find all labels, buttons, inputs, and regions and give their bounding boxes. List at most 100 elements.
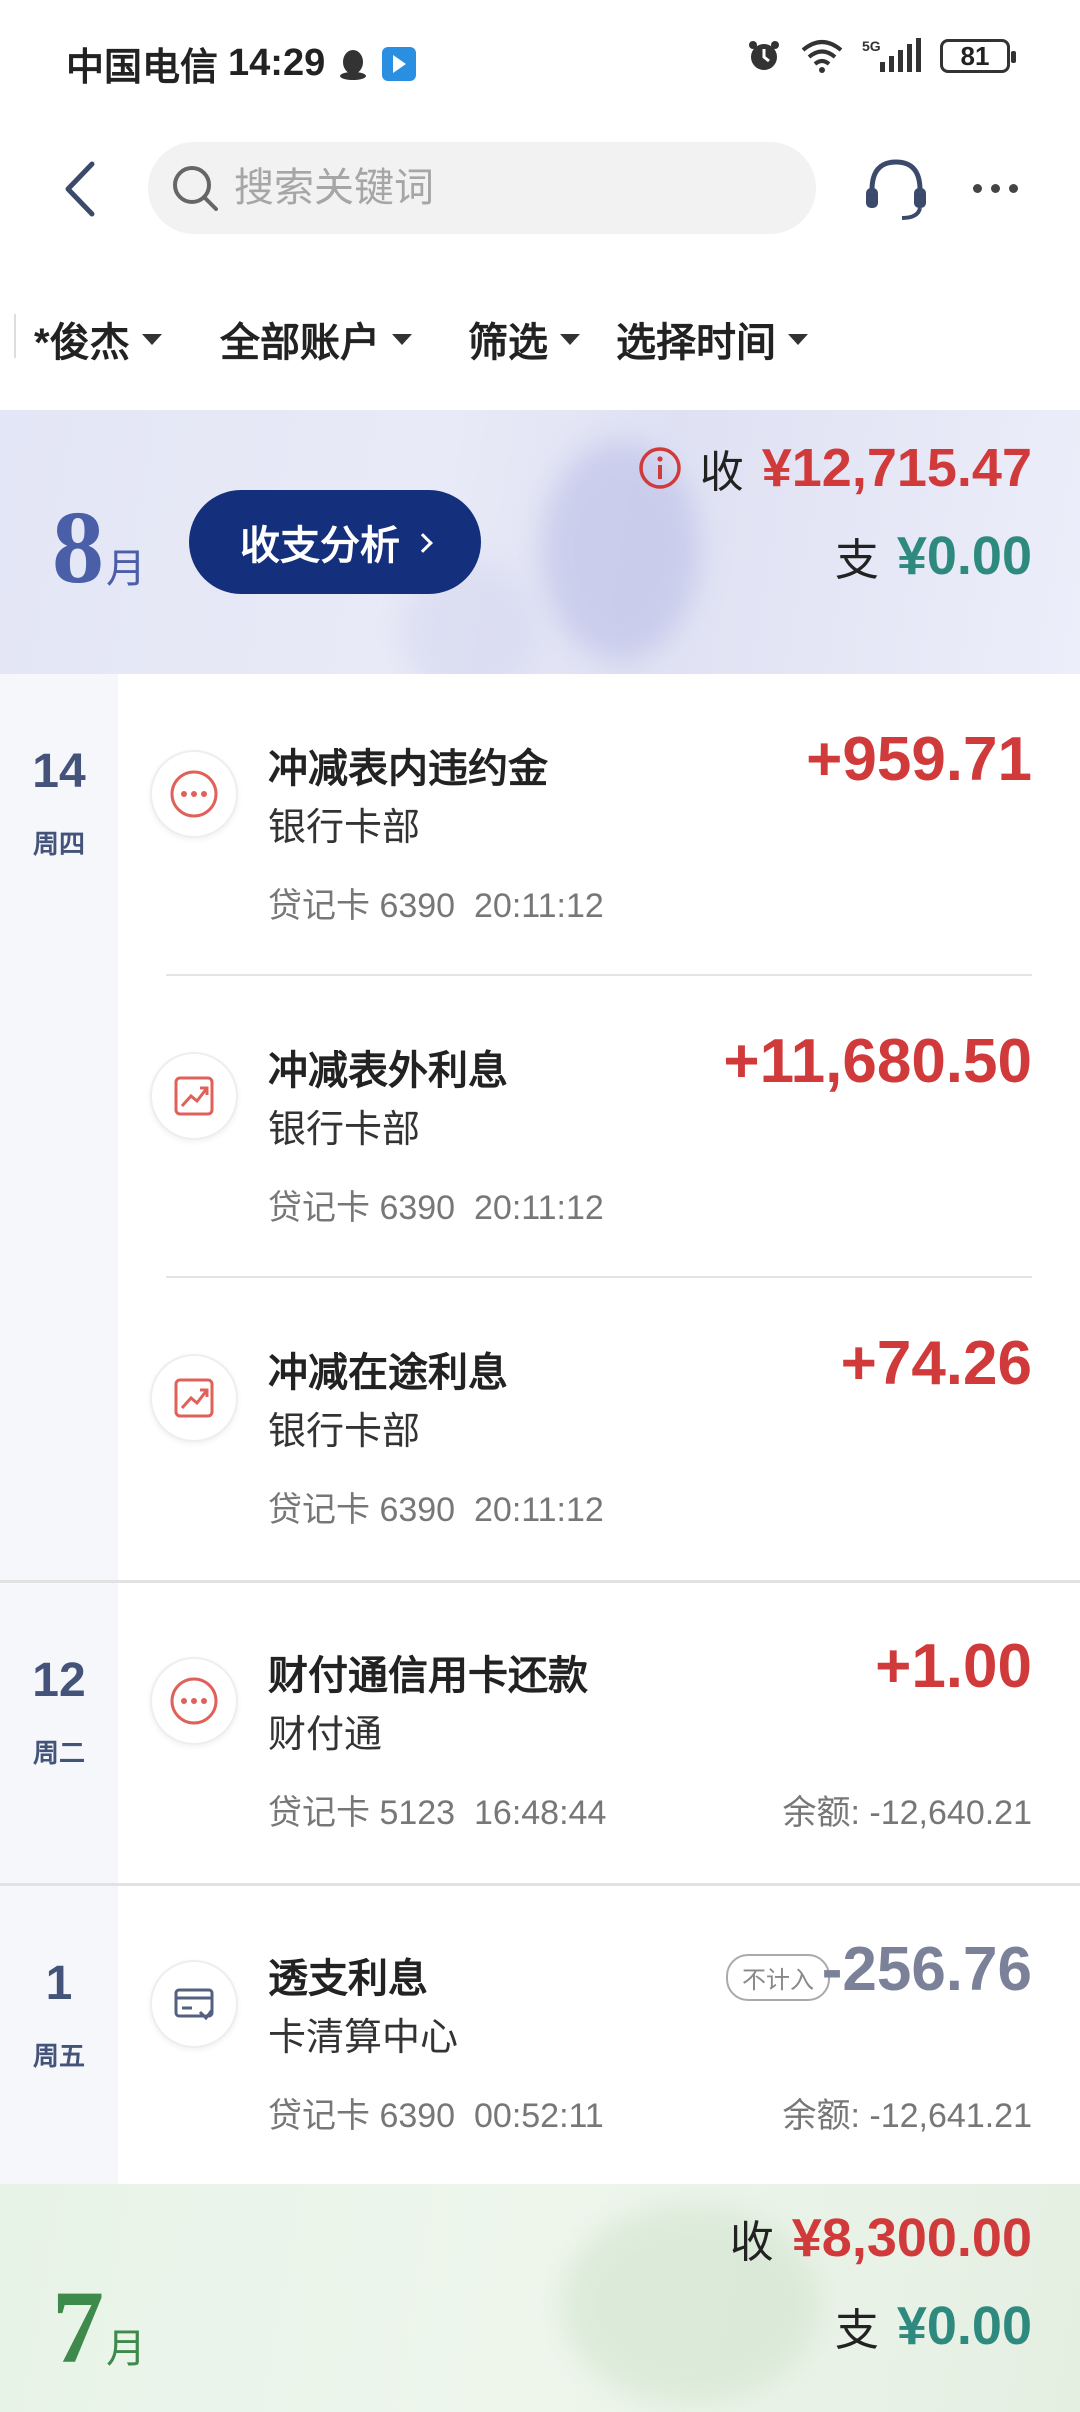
transaction-amount: +74.26: [840, 1329, 1032, 1398]
expense-total-row: 支 ¥0.00: [638, 512, 1032, 600]
day-group: 14 周四 冲减表内违约金 银行卡部 贷记卡 6390 20:11:12 +95…: [0, 674, 1080, 1580]
transaction-time: 20:11:12: [474, 1491, 604, 1529]
transaction-title: 冲减表内违约金: [268, 747, 548, 791]
info-icon[interactable]: [638, 446, 682, 490]
caret-down-icon: [788, 333, 808, 345]
status-bar: 中国电信 14:29 5G 81: [0, 0, 1080, 124]
expense-amount: ¥0.00: [896, 526, 1032, 586]
search-input[interactable]: [234, 165, 794, 211]
status-left: 中国电信 14:29: [66, 36, 417, 91]
weekday: 周四: [32, 829, 85, 859]
balance-label: 余额: -12,640.21: [782, 1794, 1032, 1832]
weekday: 周五: [32, 2041, 85, 2071]
filter-account-holder[interactable]: *俊杰: [34, 310, 162, 368]
transaction-time: 20:11:12: [474, 887, 604, 925]
transaction-row[interactable]: 财付通信用卡还款 财付通 贷记卡 5123 16:48:44 +1.00 余额:…: [118, 1581, 1080, 1883]
transaction-merchant: 银行卡部: [268, 807, 421, 849]
transaction-amount: +11,680.50: [723, 1027, 1032, 1096]
transaction-title: 财付通信用卡还款: [268, 1654, 588, 1698]
svg-text:5G: 5G: [862, 38, 881, 54]
transaction-merchant: 银行卡部: [268, 1109, 421, 1151]
trend-chart-icon: [150, 1052, 238, 1140]
transaction-time: 16:48:44: [474, 1794, 607, 1832]
transaction-row[interactable]: 冲减在途利息 银行卡部 贷记卡 6390 20:11:12 +74.26: [118, 1278, 1080, 1580]
month-totals: 收 ¥12,715.47 支 ¥0.00: [638, 424, 1032, 600]
transaction-time: 00:52:11: [474, 2097, 604, 2135]
battery-indicator: 81: [940, 39, 1016, 73]
expense-label: 支: [834, 2306, 879, 2355]
back-arrow-icon[interactable]: [50, 154, 120, 224]
transaction-meta: 贷记卡 5123 16:48:44: [268, 1785, 606, 1834]
transaction-title: 冲减在途利息: [268, 1351, 508, 1395]
signal-5g-icon: 5G: [862, 38, 921, 72]
month-totals: 收 ¥8,300.00 支 ¥0.00: [730, 2194, 1032, 2370]
alarm-icon: [749, 41, 779, 70]
month-label: 7月: [52, 2268, 146, 2387]
card-label: 贷记卡 6390: [268, 887, 456, 925]
transaction-amount: -256.76: [821, 1935, 1032, 2004]
income-label: 收: [699, 448, 744, 497]
income-total-row: 收 ¥8,300.00: [730, 2194, 1032, 2282]
card-label: 贷记卡 6390: [268, 1189, 456, 1227]
excluded-badge: 不计入: [726, 1954, 830, 2001]
customer-service-icon[interactable]: [858, 150, 934, 226]
more-options-button[interactable]: [960, 150, 1030, 226]
carrier-label: 中国电信: [66, 47, 219, 89]
month-banner-august: 8月 收支分析 收 ¥12,715.47 支 ¥0.00: [0, 410, 1080, 674]
divider: [14, 314, 16, 358]
transaction-row[interactable]: 冲减表外利息 银行卡部 贷记卡 6390 20:11:12 +11,680.50: [118, 976, 1080, 1278]
header: [0, 124, 1080, 254]
caret-down-icon: [560, 333, 580, 345]
transaction-meta: 贷记卡 6390 20:11:12: [268, 878, 604, 927]
transaction-time: 20:11:12: [474, 1189, 604, 1227]
caret-down-icon: [392, 333, 412, 345]
month-label: 8月: [52, 488, 146, 607]
income-expense-analysis-button[interactable]: 收支分析: [189, 490, 481, 594]
status-right: 5G 81: [746, 38, 1016, 74]
month-suffix: 月: [106, 2326, 146, 2371]
dot: [972, 183, 982, 193]
card-icon: [150, 1960, 238, 2048]
analysis-label: 收支分析: [240, 524, 400, 568]
transaction-row[interactable]: 透支利息 卡清算中心 贷记卡 6390 00:52:11 不计入 -256.76…: [118, 1884, 1080, 2186]
filter-label: *俊杰: [34, 321, 130, 365]
transaction-amount: +1.00: [875, 1632, 1032, 1701]
card-label: 贷记卡 6390: [268, 2097, 456, 2135]
card-label: 贷记卡 5123: [268, 1794, 456, 1832]
search-icon: [173, 166, 218, 211]
transaction-meta: 贷记卡 6390 00:52:11: [268, 2088, 604, 2137]
transaction-meta: 贷记卡 6390 20:11:12: [268, 1482, 604, 1531]
filter-label: 全部账户: [220, 321, 380, 365]
dot: [1008, 183, 1018, 193]
month-banner-july: 7月 收 ¥8,300.00 支 ¥0.00: [0, 2184, 1080, 2412]
month-number: 7: [52, 2270, 104, 2385]
search-bar[interactable]: [148, 142, 816, 234]
filter-all-accounts[interactable]: 全部账户: [220, 310, 412, 368]
transaction-meta: 贷记卡 6390 20:11:12: [268, 1180, 604, 1229]
income-amount: ¥8,300.00: [791, 2208, 1032, 2268]
transaction-merchant: 卡清算中心: [268, 2017, 459, 2059]
expense-label: 支: [834, 536, 879, 585]
transaction-row[interactable]: 冲减表内违约金 银行卡部 贷记卡 6390 20:11:12 +959.71: [118, 674, 1080, 976]
day-number: 14: [32, 745, 86, 798]
expense-total-row: 支 ¥0.00: [730, 2282, 1032, 2370]
clock: 14:29: [228, 42, 326, 84]
day-group: 1 周五 透支利息 卡清算中心 贷记卡 6390 00:52:11 不计入 -2…: [0, 1886, 1080, 2184]
more-circle-icon: [150, 1657, 238, 1745]
qq-penguin-icon: [340, 49, 367, 80]
income-label: 收: [729, 2218, 774, 2267]
transaction-title: 透支利息: [268, 1957, 428, 2001]
dot: [990, 183, 1000, 193]
day-group: 12 周二 财付通信用卡还款 财付通 贷记卡 5123 16:48:44 +1.…: [0, 1583, 1080, 1883]
transaction-title: 冲减表外利息: [268, 1049, 508, 1093]
transaction-merchant: 银行卡部: [268, 1411, 421, 1453]
filter-row: *俊杰 全部账户 筛选 选择时间: [0, 290, 1080, 380]
filter-screen[interactable]: 筛选: [468, 310, 580, 368]
more-circle-icon: [150, 750, 238, 838]
filter-select-time[interactable]: 选择时间: [616, 310, 808, 368]
caret-down-icon: [141, 333, 162, 345]
app-notification-icon: [382, 46, 417, 81]
transaction-amount: +959.71: [806, 725, 1032, 794]
balance-label: 余额: -12,641.21: [782, 2097, 1032, 2135]
month-number: 8: [52, 490, 104, 605]
